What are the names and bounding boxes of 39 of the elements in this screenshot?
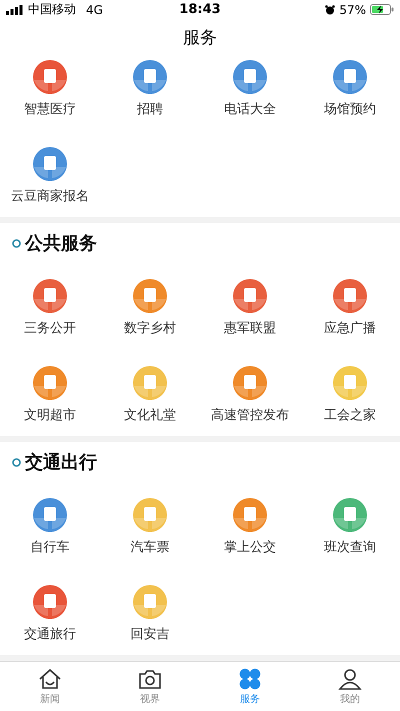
camera-icon [138,668,162,690]
service-item[interactable]: 文明超市 [0,366,100,424]
service-item[interactable]: 班次查询 [300,498,400,556]
service-item[interactable]: 交通旅行 [0,585,100,642]
status-time: 18:43 [179,2,221,18]
ring-icon [12,238,21,248]
section-heading: 公共服务 [25,232,97,256]
section-heading: 交通出行 [25,451,97,474]
tab[interactable]: 视界 [100,662,200,711]
service-item[interactable]: 数字乡村 [100,279,200,336]
service-item[interactable]: 惠军联盟 [200,279,300,336]
service-item[interactable]: 掌上公交 [200,498,300,556]
service-item[interactable]: 电话大全 [200,60,300,118]
page-title: 服务 [183,27,217,50]
battery-icon [370,4,394,16]
service-item[interactable]: 场馆预约 [300,60,400,118]
service-item[interactable]: 高速管控发布 [200,366,300,424]
signal-icon [6,4,24,15]
battery-percent: 57% [339,2,366,17]
service-item[interactable]: 文化礼堂 [100,366,200,424]
service-item[interactable]: 智慧医疗 [0,60,100,118]
service-item[interactable]: 云豆商家报名 [0,147,100,204]
ring-icon [12,458,21,467]
service-item[interactable]: 工会之家 [300,366,400,424]
clover-icon [239,668,261,690]
alarm-icon [325,4,336,15]
service-item[interactable]: 三务公开 [0,279,100,336]
tab[interactable]: 新闻 [0,662,100,711]
carrier-name: 中国移动 [28,1,76,18]
service-item[interactable]: 回安吉 [100,585,200,642]
service-item[interactable]: 应急广播 [300,279,400,336]
network-type: 4G [86,2,103,17]
service-item[interactable]: 汽车票 [100,498,200,556]
tab[interactable]: 服务 [200,662,300,711]
service-item[interactable]: 招聘 [100,60,200,118]
house-icon [38,668,62,690]
person-icon [338,668,362,690]
service-item[interactable]: 自行车 [0,498,100,556]
tab[interactable]: 我的 [300,662,400,711]
